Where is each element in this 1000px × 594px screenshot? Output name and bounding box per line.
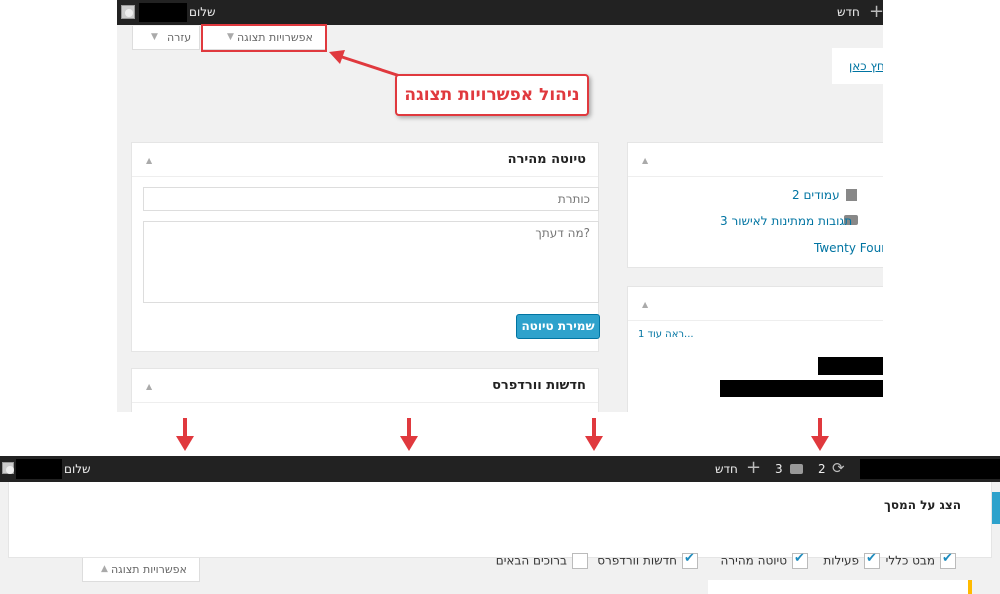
checkbox-label: חדשות וורדפרס <box>597 553 677 568</box>
screen-options-tab-label: אפשרויות תצוגה <box>111 563 187 576</box>
down-arrow-icon <box>176 418 194 451</box>
screen-options-tab[interactable]: ▲ אפשרויות תצוגה <box>82 558 200 582</box>
quick-draft-widget: ▲ טיוטה מהירה כותרת מה דעתך? שמירת טיוטה <box>131 142 600 352</box>
top-dashboard-screenshot: שלום חדש + ▼ עזרה ▼ אפשרויות תצוגה ניהול… <box>117 0 883 412</box>
widget-header: ▲ <box>628 287 883 321</box>
widget-peek <box>708 580 972 594</box>
see-more-link[interactable]: ראה עוד 1... <box>638 329 694 340</box>
activity-widget: ▲ ראה עוד 1... <box>627 286 883 412</box>
screen-options-highlight <box>201 24 327 52</box>
pages-count-link[interactable]: 2 עמודים <box>792 188 840 202</box>
updates-count[interactable]: 2 <box>818 462 826 476</box>
refresh-icon[interactable]: ⟳ <box>832 459 845 477</box>
new-label[interactable]: חדש <box>837 5 860 19</box>
greeting-label[interactable]: שלום <box>189 5 216 19</box>
screen-options-panel: הצג על המסך מבט כללי פעילות טיוטה מהירה … <box>8 482 992 569</box>
checkbox-checked[interactable] <box>940 551 956 569</box>
checkbox-label: פעילות <box>823 553 859 568</box>
new-label[interactable]: חדש <box>715 462 738 476</box>
collapse-triangle-icon[interactable]: ▲ <box>642 300 648 309</box>
annotation-arrow <box>329 50 401 78</box>
comments-count[interactable]: 3 <box>775 462 783 476</box>
redacted-username <box>139 3 187 22</box>
avatar[interactable] <box>2 462 14 474</box>
down-arrow-icon <box>400 418 418 451</box>
theme-link[interactable]: Twenty Four <box>814 241 883 255</box>
collapse-triangle-icon[interactable]: ▲ <box>146 156 152 165</box>
welcome-notice: לחץ כאן. <box>832 48 883 84</box>
edge-indicator <box>992 492 1000 524</box>
plus-icon[interactable]: + <box>869 1 883 22</box>
checkbox-label: מבט כללי <box>885 553 935 568</box>
bottom-screen-options-screenshot: שלום חדש + 3 2 ⟳ הצג על המסך מבט כללי פע… <box>0 456 1000 594</box>
notice-link[interactable]: לחץ כאן. <box>849 59 883 73</box>
at-a-glance-widget: ▲ 2 עמודים 3 תגובות ממתינות לאישור Twent… <box>627 142 883 268</box>
checkbox-checked[interactable] <box>864 551 880 569</box>
help-tab-label: עזרה <box>167 31 192 44</box>
annotation-callout: ניהול אפשרויות תצוגה <box>395 74 589 116</box>
redacted-username <box>16 459 62 479</box>
collapse-triangle-icon[interactable]: ▲ <box>642 156 648 165</box>
admin-bar: שלום חדש + <box>117 0 883 25</box>
redacted-block <box>818 357 883 375</box>
checkbox-checked[interactable] <box>792 551 808 569</box>
greeting-label[interactable]: שלום <box>64 462 91 476</box>
widget-header: ▲ טיוטה מהירה <box>132 143 598 177</box>
triangle-up-icon: ▲ <box>101 564 108 574</box>
checkbox-activity[interactable]: פעילות <box>823 551 880 569</box>
screen-options-heading: הצג על המסך <box>883 498 961 512</box>
checkbox-label: טיוטה מהירה <box>720 553 787 568</box>
redacted-block <box>720 380 883 397</box>
checkbox-dashboard-right-now[interactable]: מבט כללי <box>885 551 956 569</box>
checkbox-checked[interactable] <box>682 551 698 569</box>
checkbox-welcome[interactable]: ברוכים הבאים <box>496 553 588 569</box>
help-tab[interactable]: ▼ עזרה <box>132 26 200 50</box>
draft-content-textarea[interactable]: מה דעתך? <box>143 221 599 303</box>
redacted-block <box>860 459 1000 479</box>
widget-header: ▲ חדשות וורדפרס <box>132 369 598 403</box>
plus-icon[interactable]: + <box>746 457 761 478</box>
widget-header: ▲ <box>628 143 883 177</box>
draft-title-input[interactable]: כותרת <box>143 187 599 211</box>
checkbox-quick-draft[interactable]: טיוטה מהירה <box>720 551 808 569</box>
pages-icon <box>846 189 857 201</box>
admin-bar: שלום חדש + 3 2 ⟳ <box>0 456 1000 482</box>
save-draft-button[interactable]: שמירת טיוטה <box>516 314 600 339</box>
down-arrow-icon <box>811 418 829 451</box>
checkbox-unchecked[interactable] <box>572 553 588 569</box>
widget-title: טיוטה מהירה <box>507 152 586 167</box>
down-arrow-icon <box>585 418 603 451</box>
checkbox-wordpress-news[interactable]: חדשות וורדפרס <box>597 551 698 569</box>
triangle-down-icon: ▼ <box>151 32 158 42</box>
comment-bubble-icon[interactable] <box>790 464 803 474</box>
pending-comments-link[interactable]: 3 תגובות ממתינות לאישור <box>720 214 852 228</box>
avatar[interactable] <box>121 5 135 19</box>
collapse-triangle-icon[interactable]: ▲ <box>146 382 152 391</box>
widget-title: חדשות וורדפרס <box>492 378 586 393</box>
checkbox-label: ברוכים הבאים <box>495 553 567 568</box>
wordpress-news-widget: ▲ חדשות וורדפרס <box>131 368 599 412</box>
